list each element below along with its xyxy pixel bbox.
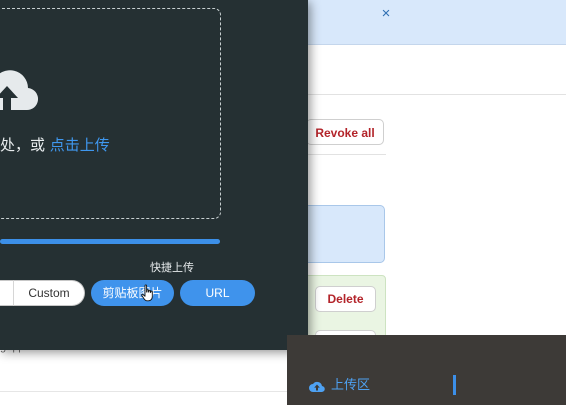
drop-hint-text: 处，或 <box>0 136 50 154</box>
upload-panel: 处，或 点击上传 快捷上传 Custom 剪贴板图片 URL <box>0 0 308 350</box>
click-upload-link[interactable]: 点击上传 <box>50 136 110 154</box>
cloud-upload-icon <box>309 381 325 393</box>
divider <box>300 154 386 155</box>
upload-area-nav-item[interactable]: 上传区 <box>309 377 370 395</box>
quick-upload-label: 快捷上传 <box>150 261 194 274</box>
upload-dropzone[interactable] <box>0 8 221 219</box>
custom-button[interactable]: Custom <box>13 280 85 306</box>
clipboard-image-button[interactable]: 剪贴板图片 <box>91 280 174 306</box>
info-box <box>300 205 385 263</box>
upload-progress-bar <box>0 239 220 244</box>
background-notification-bar <box>300 0 566 45</box>
text-caret <box>453 375 456 395</box>
divider <box>0 391 290 392</box>
upload-progress-fill <box>0 239 220 244</box>
close-icon[interactable]: × <box>378 4 394 24</box>
hand-cursor-icon <box>141 284 153 302</box>
background-content <box>0 350 300 405</box>
divider <box>300 94 566 95</box>
drop-hint: 处，或 点击上传 <box>0 135 110 155</box>
upload-type-option[interactable] <box>0 280 14 306</box>
revoke-all-button[interactable]: Revoke all <box>306 119 384 145</box>
bottom-dock: 上传区 <box>287 335 566 405</box>
delete-button[interactable]: Delete <box>315 286 376 312</box>
url-button[interactable]: URL <box>180 280 255 306</box>
upload-area-label: 上传区 <box>331 378 371 393</box>
cloud-upload-icon <box>0 70 38 111</box>
